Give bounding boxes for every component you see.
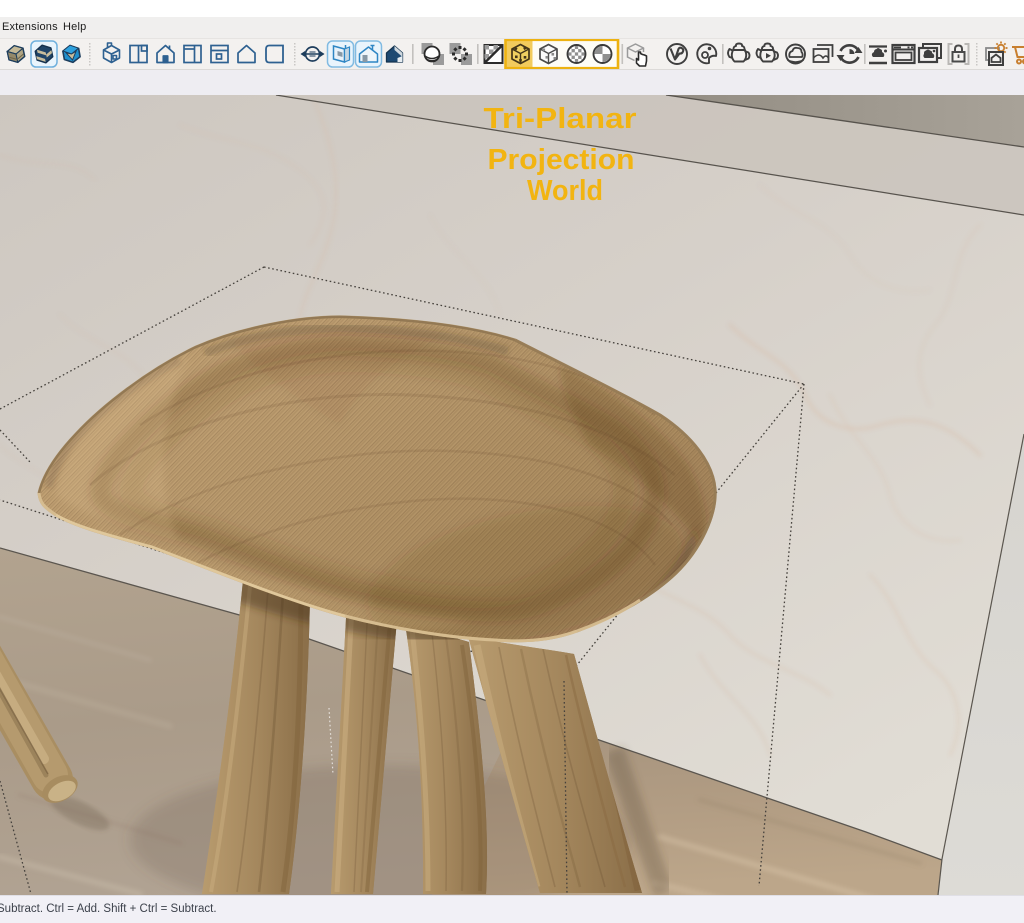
svg-text:Tri-Planar: Tri-Planar <box>484 103 637 135</box>
svg-text:World: World <box>527 175 603 207</box>
svg-text:Projection: Projection <box>488 144 635 176</box>
